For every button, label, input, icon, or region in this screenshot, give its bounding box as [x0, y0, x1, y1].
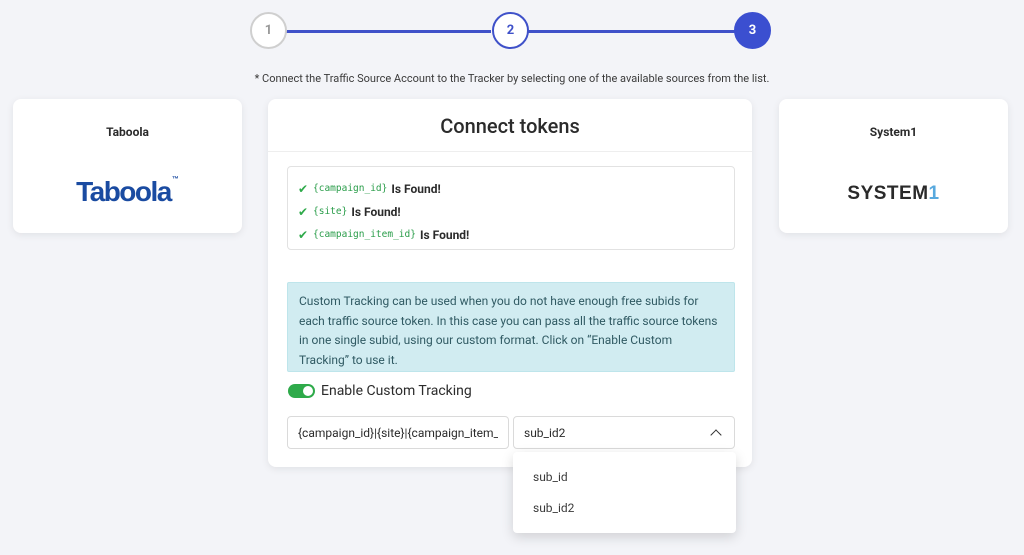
- stepper: 1 2 3: [250, 12, 772, 50]
- subid-dropdown-menu: sub_id sub_id2: [513, 452, 736, 533]
- subid-selected-value: sub_id2: [524, 425, 566, 440]
- chevron-up-icon: [710, 428, 722, 441]
- token-code: {site}: [313, 206, 348, 217]
- system1-logo-suffix: 1: [928, 183, 940, 204]
- source-title: Taboola: [106, 125, 149, 139]
- card-title: Connect tokens: [440, 114, 580, 138]
- source-title: System1: [869, 125, 918, 139]
- check-icon: ✔: [298, 181, 309, 196]
- custom-tracking-toggle[interactable]: [288, 384, 315, 398]
- subid-select[interactable]: sub_id2: [513, 416, 735, 449]
- toggle-label: Enable Custom Tracking: [321, 383, 472, 399]
- stepper-connector-2: [528, 30, 738, 33]
- taboola-logo-text: Taboola: [76, 176, 172, 207]
- divider: [268, 151, 752, 152]
- token-status: Is Found!: [391, 181, 441, 196]
- taboola-logo: Taboola™: [13, 176, 242, 208]
- check-icon: ✔: [298, 204, 309, 219]
- instruction-hint: * Connect the Traffic Source Account to …: [254, 72, 770, 85]
- step-1[interactable]: 1: [250, 12, 287, 49]
- token-status: Is Found!: [351, 204, 401, 219]
- system1-logo-text: SYSTEM: [847, 183, 929, 204]
- source-card-taboola[interactable]: Taboola Taboola™: [13, 99, 242, 233]
- step-3[interactable]: 3: [734, 12, 771, 49]
- custom-format-input[interactable]: [287, 416, 509, 449]
- toggle-knob: [303, 386, 313, 396]
- custom-tracking-info: Custom Tracking can be used when you do …: [287, 282, 735, 372]
- tokens-status-list: ✔ {campaign_id} Is Found! ✔ {site} Is Fo…: [287, 166, 735, 250]
- stepper-connector-1: [285, 30, 491, 33]
- dropdown-option-sub-id2[interactable]: sub_id2: [513, 492, 736, 523]
- trademark-mark: ™: [171, 176, 179, 183]
- source-card-system1[interactable]: System1 SYSTEM1: [779, 99, 1008, 233]
- check-icon: ✔: [298, 227, 309, 242]
- token-row: ✔ {campaign_item_id} Is Found!: [298, 223, 724, 246]
- connect-tokens-card: Connect tokens ✔ {campaign_id} Is Found!…: [268, 99, 752, 467]
- custom-tracking-toggle-row[interactable]: Enable Custom Tracking: [288, 383, 472, 399]
- dropdown-option-sub-id[interactable]: sub_id: [513, 461, 736, 492]
- system1-logo: SYSTEM1: [779, 183, 1008, 205]
- token-code: {campaign_id}: [313, 183, 388, 194]
- token-code: {campaign_item_id}: [313, 229, 416, 240]
- token-row: ✔ {site} Is Found!: [298, 200, 724, 223]
- token-status: Is Found!: [419, 227, 470, 242]
- step-2[interactable]: 2: [492, 12, 529, 49]
- token-row: ✔ {campaign_id} Is Found!: [298, 177, 724, 200]
